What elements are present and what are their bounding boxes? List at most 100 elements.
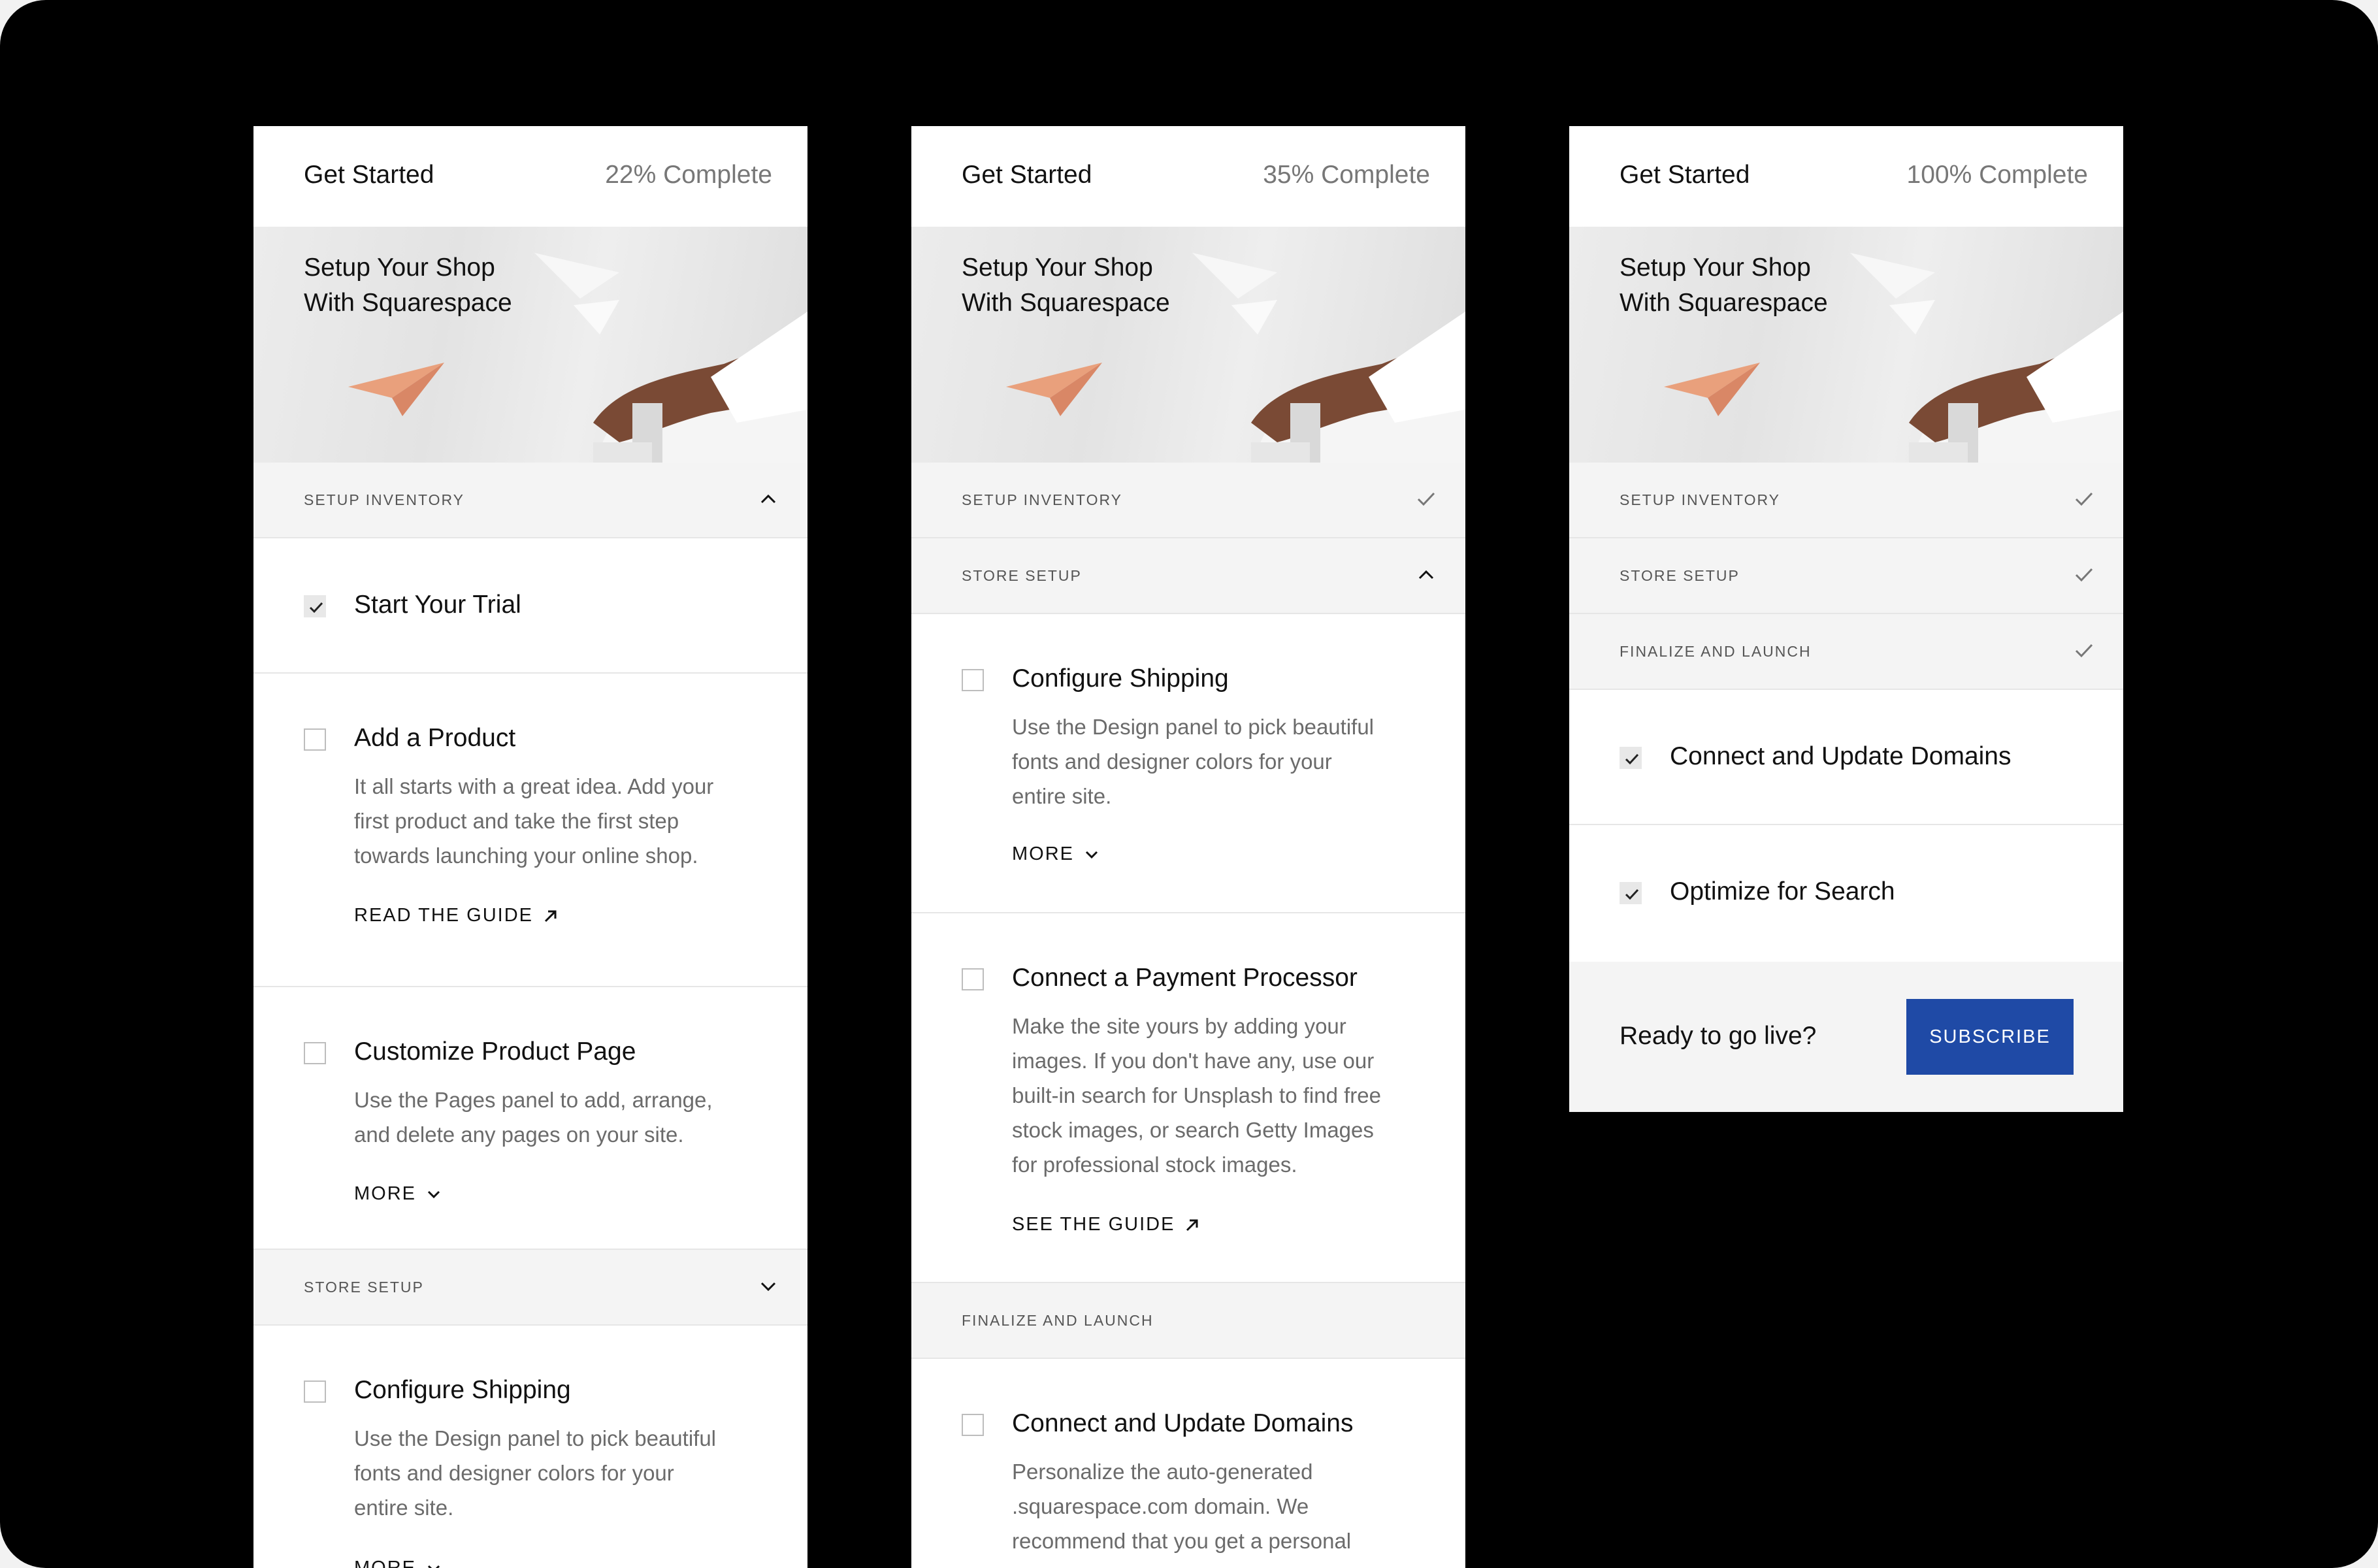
desc-line: Use the Design panel to pick beautiful [1012, 715, 1375, 739]
desc-line: .squarespace.com domain. We [1012, 1494, 1309, 1518]
panel-header: Get Started 22% Complete [253, 126, 807, 227]
hero-line-2: With Squarespace [304, 289, 512, 317]
check-icon [309, 602, 323, 613]
chevron-down-icon[interactable] [755, 1273, 781, 1299]
desc-line: Use the Pages panel to add, arrange, [354, 1088, 713, 1112]
progress-text: 22% Complete [605, 161, 772, 189]
section-store-setup[interactable]: STORE SETUP [911, 538, 1465, 614]
task-description: It all starts with a great idea. Add you… [354, 769, 762, 873]
desc-line: entire site. [1012, 784, 1112, 808]
desc-line: fonts and designer colors for your [354, 1461, 674, 1485]
get-started-panel-100: Get Started 100% Complete Setup Your Sho… [1569, 126, 2123, 1112]
task-configure-shipping: Configure Shipping Use the Design panel … [253, 1326, 807, 1568]
desc-line: for professional stock images. [1012, 1152, 1297, 1177]
task-connect-payment: Connect a Payment Processor Make the sit… [911, 913, 1465, 1283]
desc-line: first product and take the first step [354, 809, 679, 833]
panel-header: Get Started 100% Complete [1569, 126, 2123, 227]
desc-line: fonts and designer colors for your [1012, 749, 1332, 774]
task-title: Configure Shipping [354, 1376, 571, 1404]
more-toggle[interactable]: MORE [354, 1558, 442, 1568]
go-live-text: Ready to go live? [1620, 1022, 1817, 1050]
go-live-bar: Ready to go live? SUBSCRIBE [1569, 962, 2123, 1112]
desc-line: It all starts with a great idea. Add you… [354, 774, 714, 798]
get-started-panel-22: Get Started 22% Complete Setup Your Shop… [253, 126, 807, 1568]
chevron-down-icon [427, 1565, 440, 1568]
section-store-setup[interactable]: STORE SETUP [1569, 538, 2123, 614]
hero-banner: Setup Your Shop With Squarespace [253, 227, 807, 463]
task-start-trial: Start Your Trial [253, 538, 807, 674]
canvas: Get Started 22% Complete Setup Your Shop… [0, 0, 2378, 1568]
desc-line: Use the Design panel to pick beautiful [354, 1426, 717, 1450]
task-title: Configure Shipping [1012, 664, 1229, 693]
desc-line: images. If you don't have any, use our [1012, 1049, 1375, 1073]
section-label: FINALIZE AND LAUNCH [962, 1312, 1154, 1329]
desc-line: entire site. [354, 1495, 454, 1520]
task-title: Optimize for Search [1670, 877, 1895, 906]
desc-line: Make the site yours by adding your [1012, 1014, 1346, 1038]
task-checkbox[interactable] [1620, 747, 1642, 769]
arrow-up-right-icon [1186, 1219, 1198, 1231]
task-checbox[interactable] [304, 1042, 326, 1064]
section-finalize-launch[interactable]: FINALIZE AND LAUNCH [1569, 614, 2123, 690]
section-label: FINALIZE AND LAUNCH [1620, 643, 1812, 660]
hero-line-1: Setup Your Shop [304, 253, 495, 282]
section-label: STORE SETUP [304, 1279, 424, 1296]
arrow-up-right-icon [544, 910, 557, 922]
task-checkbox[interactable] [962, 968, 984, 990]
section-finalize-launch[interactable]: FINALIZE AND LAUNCH [911, 1283, 1465, 1359]
chevron-down-icon [427, 1190, 440, 1198]
see-guide-link[interactable]: SEE THE GUIDE [1012, 1214, 1201, 1235]
task-checkbox[interactable] [962, 1414, 984, 1436]
panel-title: Get Started [962, 161, 1092, 189]
read-guide-link[interactable]: READ THE GUIDE [354, 905, 559, 926]
hero-line-1: Setup Your Shop [1620, 253, 1811, 282]
section-label: STORE SETUP [962, 567, 1082, 584]
chevron-up-icon[interactable] [1413, 562, 1439, 588]
check-icon [1625, 753, 1639, 765]
task-optimize-search: Optimize for Search [1569, 825, 2123, 959]
link-label: MORE [354, 1558, 416, 1568]
section-setup-inventory[interactable]: SETUP INVENTORY [253, 463, 807, 538]
chevron-up-icon[interactable] [755, 486, 781, 512]
more-toggle[interactable]: MORE [354, 1183, 442, 1205]
task-checkbox[interactable] [304, 595, 326, 617]
task-description: Personalize the auto-generated .squaresp… [1012, 1454, 1420, 1558]
more-toggle[interactable]: MORE [1012, 843, 1100, 865]
task-title: Connect a Payment Processor [1012, 964, 1358, 992]
task-customize-product-page: Customize Product Page Use the Pages pan… [253, 987, 807, 1250]
task-checkbox[interactable] [1620, 882, 1642, 904]
check-icon [2075, 644, 2093, 658]
subscribe-button[interactable]: SUBSCRIBE [1906, 999, 2074, 1075]
task-description: Use the Design panel to pick beautiful f… [354, 1421, 762, 1525]
chevron-down-icon [1085, 851, 1098, 858]
section-label: STORE SETUP [1620, 567, 1740, 584]
task-title: Connect and Update Domains [1012, 1409, 1354, 1437]
task-description: Make the site yours by adding your image… [1012, 1009, 1420, 1182]
task-add-product: Add a Product It all starts with a great… [253, 674, 807, 987]
section-setup-inventory[interactable]: SETUP INVENTORY [911, 463, 1465, 538]
task-description: Use the Pages panel to add, arrange, and… [354, 1083, 762, 1152]
task-configure-shipping: Configure Shipping Use the Design panel … [911, 614, 1465, 913]
section-store-setup[interactable]: STORE SETUP [253, 1250, 807, 1326]
hero-banner: Setup Your Shop With Squarespace [911, 227, 1465, 463]
hero-line-2: With Squarespace [962, 289, 1170, 317]
progress-text: 100% Complete [1906, 161, 2089, 189]
get-started-panel-35: Get Started 35% Complete Setup Your Shop… [911, 126, 1465, 1568]
hero-text: Setup Your Shop With Squarespace [962, 250, 1170, 321]
task-title: Add a Product [354, 724, 516, 752]
hero-text: Setup Your Shop With Squarespace [1620, 250, 1828, 321]
check-icon [2075, 492, 2093, 506]
section-label: SETUP INVENTORY [304, 491, 465, 508]
task-title: Start Your Trial [354, 591, 521, 619]
hero-line-2: With Squarespace [1620, 289, 1828, 317]
task-checkbox[interactable] [304, 728, 326, 751]
section-setup-inventory[interactable]: SETUP INVENTORY [1569, 463, 2123, 538]
hero-text: Setup Your Shop With Squarespace [304, 250, 512, 321]
task-checkbox[interactable] [962, 669, 984, 691]
panel-title: Get Started [304, 161, 434, 189]
panel-header: Get Started 35% Complete [911, 126, 1465, 227]
desc-line: towards launching your online shop. [354, 843, 698, 868]
task-checkbox[interactable] [304, 1380, 326, 1403]
link-label: MORE [1012, 843, 1074, 864]
section-label: SETUP INVENTORY [962, 491, 1123, 508]
